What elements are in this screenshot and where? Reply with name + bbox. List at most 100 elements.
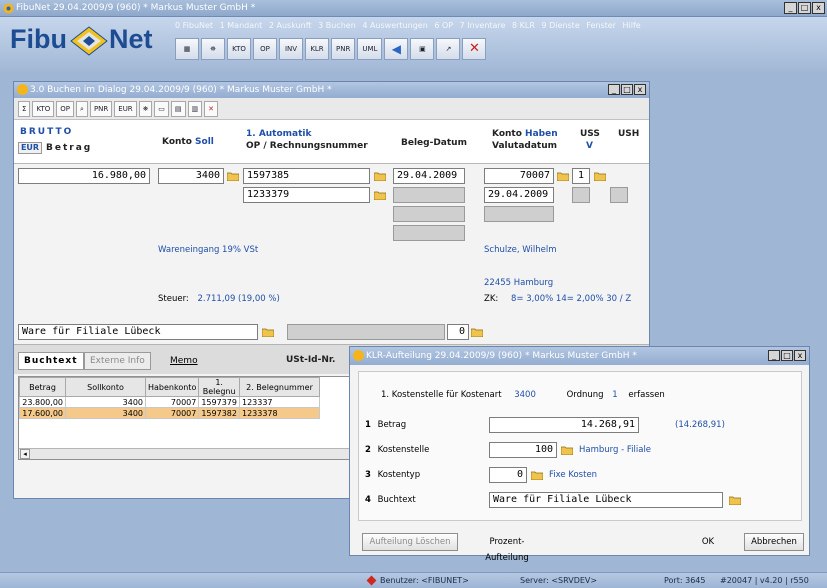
uss-folder-icon[interactable] <box>594 171 606 181</box>
op-folder-icon[interactable] <box>374 171 386 181</box>
menu-item-auswertungen[interactable]: 4 Auswertungen <box>362 21 427 30</box>
main-toolbar: ▦ ⛯ KTO OP INV KLR PNR UML ◀ ▣ ↗ ✕ <box>175 38 487 62</box>
op2-folder-icon[interactable] <box>374 190 386 200</box>
cancel-button[interactable]: ✕ <box>462 38 487 60</box>
tab-buchtext[interactable]: Buchtext <box>18 352 84 370</box>
grid-col-betrag[interactable]: Betrag <box>19 377 66 397</box>
klr-buchtext-field[interactable]: Ware für Filiale Lübeck <box>489 492 723 508</box>
network-small-button[interactable]: ⛯ <box>138 101 153 117</box>
kostentyp-row-label: 3 Kostentyp <box>365 470 420 480</box>
grid-col-beleg2[interactable]: 2. Belegnummer <box>238 377 320 397</box>
buchen-titlebar: 3.0 Buchen im Dialog 29.04.2009/9 (960) … <box>14 82 649 98</box>
kostenstelle-folder-icon[interactable] <box>561 445 573 455</box>
table-row-selected[interactable]: 17.600,00 3400 70007 1597382 1233378 <box>19 407 320 419</box>
konto-soll-folder-icon[interactable] <box>227 171 239 181</box>
klr-buchtext-folder-icon[interactable] <box>729 495 741 505</box>
main-menu: 0 FibuNet 1 Mandant 2 Auskunft 3 Buchen … <box>175 21 645 30</box>
konto-soll-field[interactable]: 3400 <box>158 168 224 184</box>
ush-field <box>610 187 628 203</box>
op-nummer1-field[interactable]: 1597385 <box>243 168 370 184</box>
ok-button[interactable]: OK <box>680 533 736 551</box>
aufteilung-loeschen-button[interactable]: Aufteilung Löschen <box>362 533 458 551</box>
konto-haben-folder-icon[interactable] <box>557 171 569 181</box>
klr-betrag-field[interactable]: 14.268,91 <box>489 417 639 433</box>
tab-externe-info[interactable]: Externe Info <box>84 352 151 370</box>
maximize-button[interactable]: □ <box>798 2 811 14</box>
menu-item-klr[interactable]: 8 KLR <box>512 21 535 30</box>
sum-button[interactable]: Σ <box>18 101 31 117</box>
minimize-button[interactable]: _ <box>784 2 797 14</box>
klr-kostenstelle-field[interactable]: 100 <box>489 442 557 458</box>
belegdatum-field[interactable]: 29.04.2009 <box>393 168 465 184</box>
menu-item-auskunft[interactable]: 2 Auskunft <box>269 21 312 30</box>
grid-horizontal-scrollbar[interactable]: ◂ <box>19 448 357 459</box>
grid-col-habenkonto[interactable]: Habenkonto <box>144 377 200 397</box>
prozent-aufteilung-button[interactable]: Prozent-Aufteilung <box>464 533 550 563</box>
menu-item-dienste[interactable]: 9 Dienste <box>542 21 580 30</box>
kto-dropdown-button[interactable]: KTO <box>32 101 55 117</box>
ust-id-label: USt-Id-Nr. <box>286 355 336 365</box>
pnr-button[interactable]: PNR <box>331 38 356 60</box>
haben-text: Haben <box>525 129 558 139</box>
betrag-field[interactable]: 16.980,00 <box>18 168 150 184</box>
logo-text-right: Net <box>109 24 153 54</box>
layout-icon: ▤ <box>174 105 182 113</box>
delete-button[interactable]: ✕ <box>204 101 219 117</box>
code-field[interactable]: 0 <box>447 324 469 340</box>
kto-button[interactable]: KTO <box>227 38 251 60</box>
klr-close-button[interactable]: x <box>794 350 806 361</box>
klr-minimize-button[interactable]: _ <box>768 350 780 361</box>
zk-value: 8= 3,00% 14= 2,00% 30 / Z <box>510 294 632 304</box>
code-folder-icon[interactable] <box>471 327 483 337</box>
menu-item-hilfe[interactable]: Hilfe <box>623 21 641 30</box>
klr-maximize-button[interactable]: □ <box>781 350 793 361</box>
uss-field[interactable]: 1 <box>572 168 590 184</box>
grid-col-sollkonto[interactable]: Sollkonto <box>65 377 146 397</box>
table-row[interactable]: 23.800,00 3400 70007 1597379 123337 <box>19 396 320 408</box>
konto-haben-field[interactable]: 70007 <box>484 168 554 184</box>
menu-item-fibunet[interactable]: 0 FibuNet <box>175 21 213 30</box>
menu-item-mandant[interactable]: 1 Mandant <box>220 21 263 30</box>
buchen-maximize-button[interactable]: □ <box>621 84 633 95</box>
display-button[interactable]: ▣ <box>410 38 435 60</box>
uml-button[interactable]: UML <box>357 38 383 60</box>
klr-kostentyp-field[interactable]: 0 <box>489 467 527 483</box>
uss-header: USS <box>580 129 600 139</box>
menu-item-fenster[interactable]: Fenster <box>586 21 616 30</box>
op-button[interactable]: OP <box>253 38 277 60</box>
buchtext-field[interactable]: Ware für Filiale Lübeck <box>18 324 258 340</box>
graph-button[interactable]: ↗ <box>436 38 461 60</box>
back-button[interactable]: ◀ <box>384 38 409 60</box>
tab-memo[interactable]: Memo <box>164 352 204 370</box>
menu-item-op[interactable]: 6 OP <box>434 21 453 30</box>
grid-col-beleg1[interactable]: 1. Belegnu <box>198 377 240 397</box>
app-header: Fibu Net 0 FibuNet 1 Mandant 2 Auskunft … <box>0 17 827 75</box>
automatik-header: 1. Automatik <box>246 129 312 139</box>
klr-button[interactable]: KLR <box>305 38 329 60</box>
calculator-button[interactable]: ▦ <box>175 38 199 60</box>
op-nummer2-field[interactable]: 1233379 <box>243 187 370 203</box>
menu-item-buchen[interactable]: 3 Buchen <box>318 21 356 30</box>
currency-eur-badge[interactable]: EUR <box>18 142 42 154</box>
layout-button[interactable]: ▤ <box>170 101 186 117</box>
inv-button[interactable]: INV <box>279 38 303 60</box>
buchtext-folder-icon[interactable] <box>262 327 274 337</box>
close-button[interactable]: x <box>812 2 825 14</box>
screen-button[interactable]: ▭ <box>154 101 169 117</box>
kostentyp-folder-icon[interactable] <box>531 470 543 480</box>
eur-button[interactable]: EUR <box>114 101 137 117</box>
pnr-small-button[interactable]: PNR <box>89 101 113 117</box>
buchen-minimize-button[interactable]: _ <box>608 84 620 95</box>
menu-item-inventare[interactable]: 7 Inventare <box>460 21 506 30</box>
search-button[interactable]: ⌕ <box>76 101 88 117</box>
scroll-left-icon[interactable]: ◂ <box>20 449 30 459</box>
app-title: FibuNet 29.04.2009/9 (960) * Markus Must… <box>16 3 256 13</box>
cell-beleg2: 123337 <box>238 396 320 408</box>
buchen-close-button[interactable]: x <box>634 84 646 95</box>
barcode-button[interactable]: ▥ <box>187 101 203 117</box>
belegdatum-header: Beleg-Datum <box>401 138 467 148</box>
network-button[interactable]: ⛯ <box>201 38 225 60</box>
op-dropdown-button[interactable]: OP <box>56 101 75 117</box>
abbrechen-button[interactable]: Abbrechen <box>744 533 804 551</box>
valutadatum-field[interactable]: 29.04.2009 <box>484 187 554 203</box>
